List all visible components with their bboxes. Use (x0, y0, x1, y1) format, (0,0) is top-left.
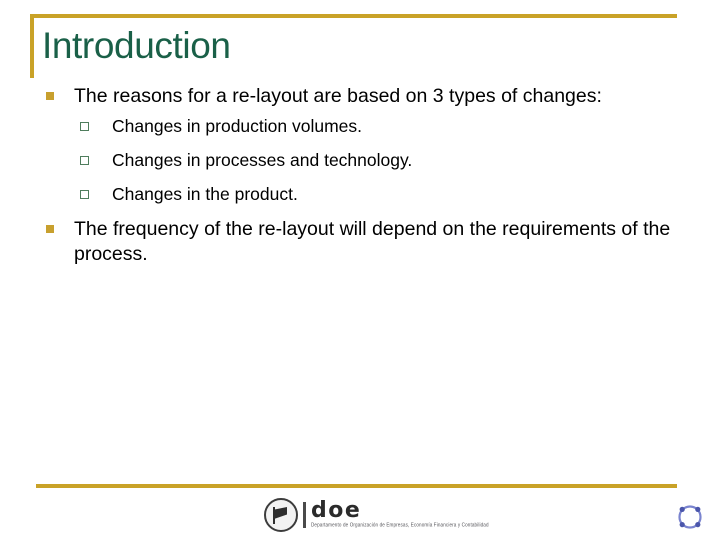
flag-shape (274, 507, 287, 519)
bullet-text: The frequency of the re-layout will depe… (74, 218, 671, 265)
flag-badge-icon (264, 498, 298, 532)
footer-department-logo: doe Departamento de Organización de Empr… (264, 498, 489, 532)
footer-rule (36, 484, 677, 488)
sub-bullet-text: Changes in the product. (112, 184, 298, 204)
sub-bullet-item: Changes in processes and technology. (36, 149, 684, 172)
sub-bullet-item: Changes in the product. (36, 183, 684, 206)
sub-bullet-square-icon (80, 190, 89, 199)
sub-bullet-text: Changes in processes and technology. (112, 150, 413, 170)
logo-wordmark: doe (311, 498, 362, 523)
bullet-item: The frequency of the re-layout will depe… (36, 217, 684, 267)
title-rule-vertical (30, 14, 34, 78)
sub-bullet-text: Changes in production volumes. (112, 116, 363, 136)
logo-subtitle: Departamento de Organización de Empresas… (311, 522, 489, 528)
slide-body: The reasons for a re-layout are based on… (36, 84, 684, 269)
sub-bullet-square-icon (80, 122, 89, 131)
corner-emblem-icon (672, 502, 708, 532)
slide-canvas: Introduction The reasons for a re-layout… (0, 0, 720, 540)
bullet-text: The reasons for a re-layout are based on… (74, 85, 602, 107)
page-title: Introduction (42, 25, 231, 66)
sub-bullet-item: Changes in production volumes. (36, 115, 684, 138)
sub-bullet-square-icon (80, 156, 89, 165)
sub-bullet-list: Changes in production volumes. Changes i… (36, 115, 684, 206)
bullet-square-icon (46, 225, 54, 233)
bullet-item: The reasons for a re-layout are based on… (36, 84, 684, 109)
title-rule-horizontal (30, 14, 677, 18)
logo-divider (303, 502, 306, 528)
logo-text-group: doe Departamento de Organización de Empr… (311, 498, 489, 529)
bullet-square-icon (46, 92, 54, 100)
